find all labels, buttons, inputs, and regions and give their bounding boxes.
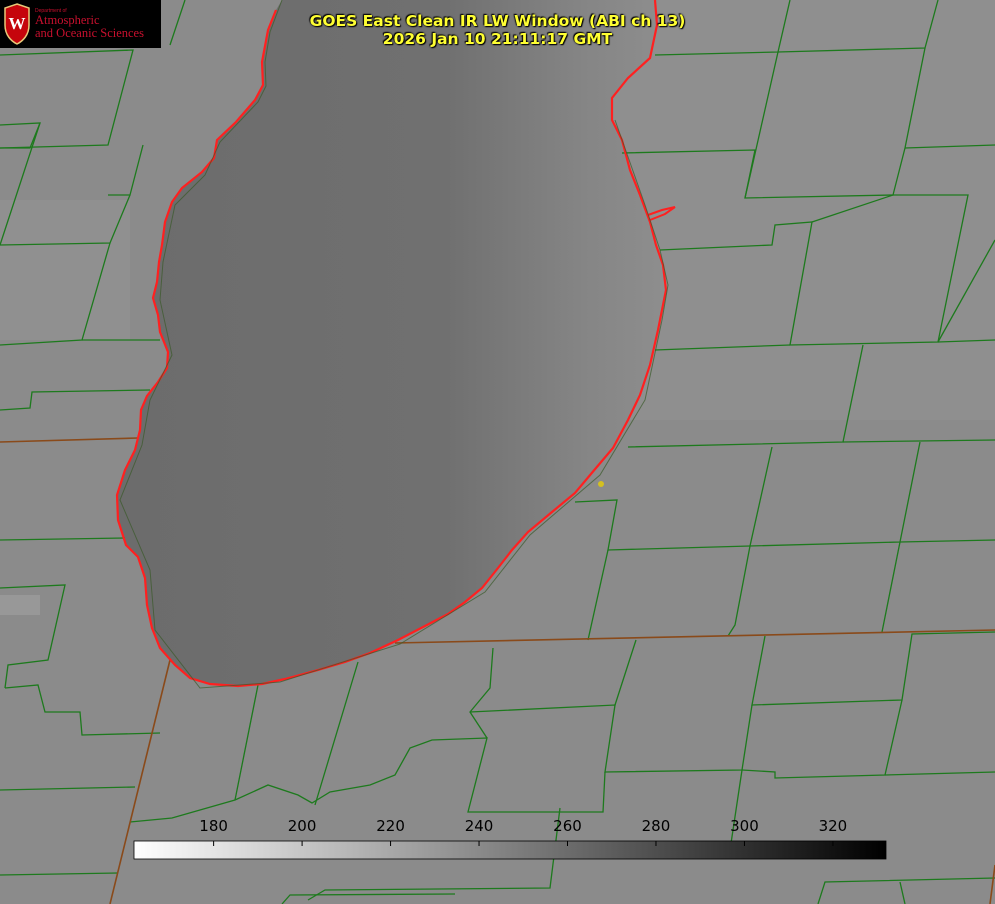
image-title: GOES East Clean IR LW Window (ABI ch 13) <box>309 12 686 30</box>
colorbar-tick-label: 320 <box>819 817 848 835</box>
colorbar-tick-label: 300 <box>730 817 759 835</box>
location-marker <box>598 481 604 487</box>
satellite-map: 180 200 220 240 260 280 300 320 <box>0 0 995 904</box>
land-bright-patch <box>0 595 40 615</box>
colorbar-tick-label: 220 <box>376 817 405 835</box>
image-datetime: 2026 Jan 10 21:11:17 GMT <box>382 30 613 48</box>
colorbar-tick-label: 240 <box>465 817 494 835</box>
colorbar-tick-label: 180 <box>199 817 228 835</box>
land-bright-west <box>0 200 130 340</box>
colorbar-tick-label: 200 <box>288 817 317 835</box>
colorbar-gradient <box>134 841 886 859</box>
colorbar-tick-label: 260 <box>553 817 582 835</box>
colorbar-tick-label: 280 <box>642 817 671 835</box>
